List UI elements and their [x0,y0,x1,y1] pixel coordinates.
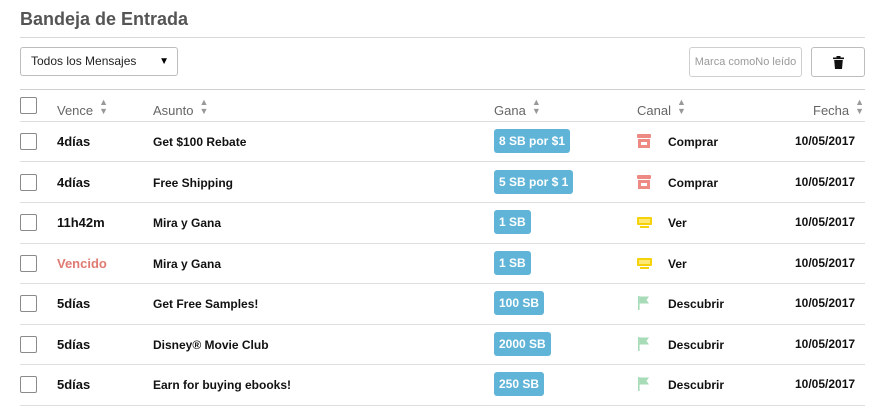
sort-icon: ▲ ▼ [199,97,209,116]
message-filter-select[interactable]: Todos los Mensajes ▼ [20,47,178,76]
earn-badge: 8 SB por $1 [494,129,571,153]
date-cell: 10/05/2017 [795,134,856,148]
select-all-checkbox[interactable] [20,97,37,114]
earn-badge: 1 SB [494,251,531,275]
row-divider [20,243,865,244]
due-cell: 5días [57,296,91,311]
store-icon [637,175,651,189]
earn-badge: 2000 SB [494,332,551,356]
subject-cell[interactable]: Get $100 Rebate [153,135,246,149]
row-divider [20,161,865,162]
row-checkbox[interactable] [20,336,37,353]
row-divider [20,405,865,406]
date-cell: 10/05/2017 [795,215,856,229]
row-divider [20,364,865,365]
earn-badge: 100 SB [494,291,545,315]
subject-cell[interactable]: Disney® Movie Club [153,338,269,352]
row-checkbox[interactable] [20,255,37,272]
sort-icon: ▲ ▼ [531,97,541,116]
date-cell: 10/05/2017 [795,175,856,189]
header-top-divider [20,89,865,90]
store-icon [637,134,651,148]
earn-badge: 1 SB [494,210,531,234]
row-checkbox[interactable] [20,295,37,312]
sort-icon: ▲ ▼ [855,97,865,116]
subject-cell[interactable]: Free Shipping [153,176,233,190]
due-cell: 5días [57,337,91,352]
row-checkbox[interactable] [20,376,37,393]
channel-label: Comprar [668,176,719,190]
trash-icon [833,56,844,69]
column-header-earn[interactable]: Gana▲ ▼ [494,97,541,119]
mark-unread-button[interactable]: Marca comoNo leído [689,47,802,77]
date-cell: 10/05/2017 [795,256,856,270]
flag-icon [638,337,649,351]
row-divider [20,283,865,284]
page-title: Bandeja de Entrada [20,9,189,29]
row-checkbox[interactable] [20,214,37,231]
due-cell: 4días [57,175,91,190]
row-checkbox[interactable] [20,133,37,150]
subject-cell[interactable]: Earn for buying ebooks! [153,378,291,392]
date-cell: 10/05/2017 [795,377,856,391]
column-header-channel[interactable]: Canal▲ ▼ [637,97,686,119]
flag-icon [638,377,649,391]
due-cell: 4días [57,134,91,149]
subject-cell[interactable]: Mira y Gana [153,216,221,230]
filter-value: Todos los Mensajes [31,54,137,68]
title-divider [20,37,865,38]
earn-badge: 250 SB [494,372,545,396]
channel-label: Descubrir [668,338,725,352]
due-cell: Vencido [57,256,107,271]
due-cell: 5días [57,377,91,392]
channel-label: Descubrir [668,297,725,311]
subject-cell[interactable]: Mira y Gana [153,257,221,271]
sort-icon: ▲ ▼ [99,97,109,116]
channel-label: Comprar [668,135,719,149]
caret-down-icon: ▼ [159,56,169,67]
earn-badge: 5 SB por $ 1 [494,170,574,194]
subject-cell[interactable]: Get Free Samples! [153,297,258,311]
column-header-subject[interactable]: Asunto▲ ▼ [153,97,209,119]
flag-icon [638,296,649,310]
row-divider [20,202,865,203]
column-header-date[interactable]: Fecha▲ ▼ [813,97,865,119]
row-checkbox[interactable] [20,174,37,191]
sort-icon: ▲ ▼ [676,97,686,116]
video-icon [637,217,652,228]
channel-label: Ver [668,216,687,230]
date-cell: 10/05/2017 [795,337,856,351]
row-divider [20,324,865,325]
channel-label: Descubrir [668,378,725,392]
column-header-due[interactable]: Vence▲ ▼ [57,97,109,119]
due-cell: 11h42m [57,215,105,230]
channel-label: Ver [668,257,687,271]
date-cell: 10/05/2017 [795,296,856,310]
video-icon [637,258,652,269]
delete-button[interactable] [811,47,865,77]
header-bottom-divider [20,121,865,122]
